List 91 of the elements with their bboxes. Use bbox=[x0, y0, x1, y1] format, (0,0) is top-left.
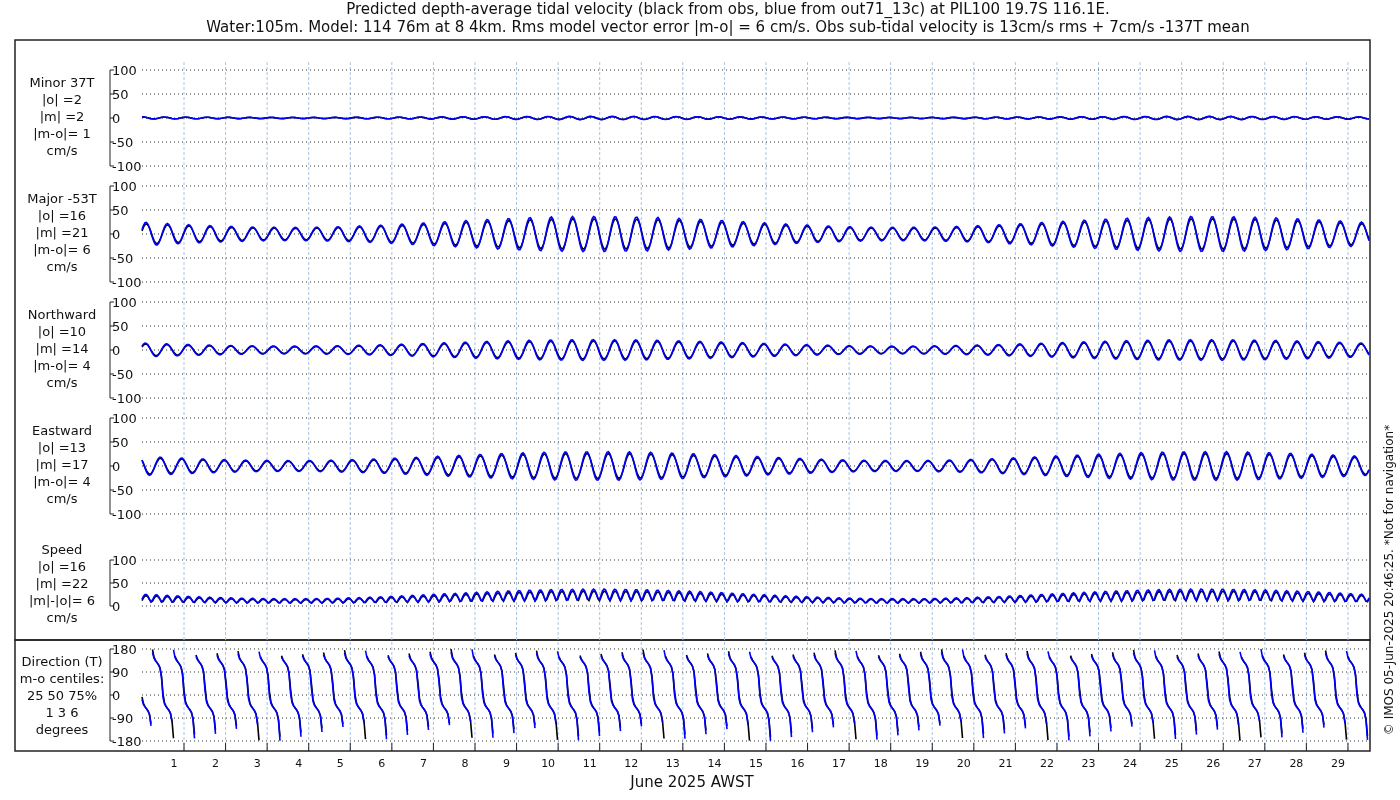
panel-label: cm/s bbox=[46, 259, 78, 274]
x-tick-label: 28 bbox=[1289, 757, 1304, 770]
y-tick-label: 50 bbox=[112, 319, 129, 334]
y-tick-label: 100 bbox=[112, 411, 137, 426]
x-tick-label: 23 bbox=[1081, 757, 1096, 770]
y-tick-label: -90 bbox=[112, 711, 134, 726]
y-tick-label: -100 bbox=[112, 275, 142, 290]
panel-label: |o| =16 bbox=[37, 559, 87, 574]
copyright-note: © IMOS 05-Jun-2025 20:46:25. *Not for navigation* bbox=[1382, 424, 1396, 736]
y-tick-label: 50 bbox=[112, 435, 129, 450]
y-tick-label: 100 bbox=[112, 63, 137, 78]
panel-label: |m-o|= 4 bbox=[33, 358, 91, 373]
y-tick-label: 100 bbox=[112, 553, 137, 568]
panel-label: cm/s bbox=[46, 610, 78, 625]
x-axis-label: June 2025 AWST bbox=[630, 773, 754, 791]
panel-label: |m| =21 bbox=[35, 225, 89, 240]
panel-label: 1 3 6 bbox=[45, 705, 79, 720]
x-tick-label: 3 bbox=[253, 757, 261, 770]
y-tick-label: 50 bbox=[112, 576, 129, 591]
y-tick-label: 0 bbox=[112, 111, 121, 126]
panel-label: |m| =2 bbox=[39, 109, 85, 124]
x-tick-label: 11 bbox=[582, 757, 597, 770]
panel-label: 25 50 75% bbox=[26, 688, 98, 703]
x-tick-label: 6 bbox=[378, 757, 386, 770]
y-tick-label: 180 bbox=[112, 642, 137, 657]
panel-label: Direction (T) bbox=[21, 654, 103, 669]
x-tick-label: 27 bbox=[1247, 757, 1262, 770]
x-tick-label: 20 bbox=[956, 757, 971, 770]
panel-label: Northward bbox=[27, 307, 97, 322]
y-tick-label: 0 bbox=[112, 227, 121, 242]
y-tick-label: -50 bbox=[112, 367, 134, 382]
figure-title: Water:105m. Model: 114 76m at 8 4km. Rms model vector error |m-o| = 6 cm/s. Obs sub-tidal velocity is 13cm/s rms + 7cm/s -137T mean bbox=[206, 18, 1250, 36]
y-tick-label: 90 bbox=[112, 665, 129, 680]
y-tick-label: -100 bbox=[112, 391, 142, 406]
panel-label: |o| =10 bbox=[37, 324, 87, 339]
x-tick-label: 8 bbox=[461, 757, 469, 770]
x-tick-label: 15 bbox=[749, 757, 763, 770]
y-tick-label: 0 bbox=[112, 343, 121, 358]
panel-label: |m-o|= 6 bbox=[33, 242, 91, 257]
panel-label: |m| =14 bbox=[35, 341, 89, 356]
panel-label: degrees bbox=[35, 722, 89, 737]
y-tick-label: -100 bbox=[112, 159, 142, 174]
y-tick-label: 0 bbox=[112, 599, 121, 614]
panel-label: cm/s bbox=[46, 491, 78, 506]
panel-label: |m-o|= 1 bbox=[33, 126, 91, 141]
y-tick-label: 0 bbox=[112, 459, 121, 474]
x-tick-label: 19 bbox=[915, 757, 930, 770]
x-tick-label: 16 bbox=[790, 757, 805, 770]
y-tick-label: -50 bbox=[112, 483, 134, 498]
panel-label: Eastward bbox=[32, 423, 92, 438]
y-tick-label: -50 bbox=[112, 135, 134, 150]
x-tick-label: 10 bbox=[541, 757, 556, 770]
x-tick-label: 7 bbox=[419, 757, 427, 770]
panel-label: Minor 37T bbox=[29, 75, 95, 90]
panel-label: |m|-|o|= 6 bbox=[28, 593, 96, 608]
x-tick-label: 17 bbox=[832, 757, 847, 770]
x-tick-label: 9 bbox=[503, 757, 511, 770]
x-tick-label: 21 bbox=[998, 757, 1013, 770]
x-tick-label: 4 bbox=[295, 757, 303, 770]
figure-title: Predicted depth-average tidal velocity (black from obs, blue from out71_13c) at PIL100 19.7S 116.1E. bbox=[346, 0, 1110, 18]
panel-label: cm/s bbox=[46, 375, 78, 390]
y-tick-label: 0 bbox=[112, 688, 121, 703]
y-tick-label: -180 bbox=[112, 734, 142, 749]
x-tick-label: 18 bbox=[873, 757, 888, 770]
x-tick-label: 24 bbox=[1123, 757, 1138, 770]
x-tick-label: 13 bbox=[665, 757, 680, 770]
panel-label: Speed bbox=[41, 542, 83, 557]
panel-label: |m-o|= 4 bbox=[33, 474, 91, 489]
x-tick-label: 2 bbox=[212, 757, 220, 770]
x-tick-label: 12 bbox=[624, 757, 639, 770]
panel-label: |o| =13 bbox=[37, 440, 87, 455]
x-tick-label: 5 bbox=[336, 757, 344, 770]
panel-label: |m| =22 bbox=[35, 576, 89, 591]
panel-label: |m| =17 bbox=[35, 457, 89, 472]
y-tick-label: 50 bbox=[112, 87, 129, 102]
x-tick-label: 25 bbox=[1164, 757, 1179, 770]
panel-label: |o| =2 bbox=[42, 92, 82, 107]
panel-label: |o| =16 bbox=[37, 208, 87, 223]
y-tick-label: 100 bbox=[112, 295, 137, 310]
x-tick-label: 29 bbox=[1330, 757, 1345, 770]
panel-label: cm/s bbox=[46, 143, 78, 158]
y-tick-label: -100 bbox=[112, 507, 142, 522]
y-tick-label: 100 bbox=[112, 179, 137, 194]
panel-label: Major -53T bbox=[27, 191, 97, 206]
panel-label: m-o centiles: bbox=[19, 671, 105, 686]
x-tick-label: 14 bbox=[707, 757, 722, 770]
x-tick-label: 26 bbox=[1206, 757, 1221, 770]
y-tick-label: 50 bbox=[112, 203, 129, 218]
x-tick-label: 1 bbox=[170, 757, 178, 770]
y-tick-label: -50 bbox=[112, 251, 134, 266]
x-tick-label: 22 bbox=[1039, 757, 1054, 770]
